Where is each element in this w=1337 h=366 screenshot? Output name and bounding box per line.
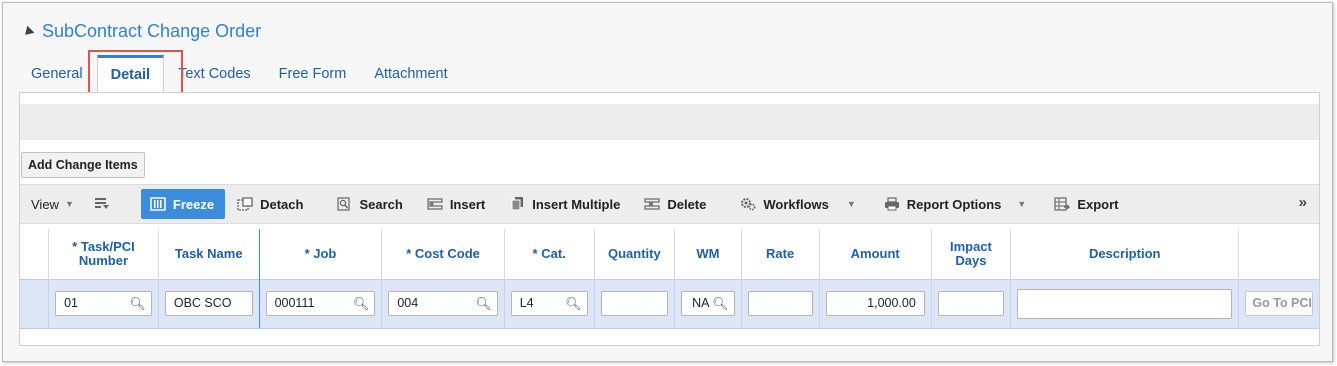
report-options-caret-icon: ▼ xyxy=(1017,199,1027,209)
delete-row-icon xyxy=(644,197,660,211)
export-label: Export xyxy=(1077,196,1119,212)
view-label: View xyxy=(31,196,59,212)
cell-description xyxy=(1010,278,1240,329)
col-amount[interactable]: Amount xyxy=(819,229,932,279)
tab-general[interactable]: General xyxy=(17,55,97,93)
cell-cat: L4 🔍︎ xyxy=(504,278,595,329)
tab-bar: General Detail Text Codes Free Form Atta… xyxy=(17,55,462,93)
col-cost-code[interactable]: * Cost Code xyxy=(381,229,505,279)
description-input[interactable] xyxy=(1017,288,1233,319)
lookup-search-icon[interactable]: 🔍︎ xyxy=(712,292,729,315)
workflows-gear-icon xyxy=(740,197,756,211)
col-task-pci-number[interactable]: * Task/PCI Number xyxy=(48,229,159,279)
search-label: Search xyxy=(359,196,403,212)
col-task-name[interactable]: Task Name xyxy=(158,229,260,279)
col-cat[interactable]: * Cat. xyxy=(504,229,595,279)
rate-input[interactable] xyxy=(747,291,813,316)
col-actions xyxy=(1238,229,1319,279)
col-description[interactable]: Description xyxy=(1010,229,1240,279)
row-selector[interactable] xyxy=(20,278,50,329)
cell-actions: Go To PCI xyxy=(1238,278,1319,329)
view-caret-icon: ▼ xyxy=(64,199,74,209)
wm-input[interactable]: NA 🔍︎ xyxy=(681,291,735,316)
workflows-label: Workflows xyxy=(763,196,829,212)
cell-rate xyxy=(741,278,820,329)
cell-job: 000111 🔍︎ xyxy=(259,278,383,329)
task-name-input[interactable]: OBC SCO xyxy=(164,291,253,316)
insert-multiple-button[interactable]: Insert Multiple xyxy=(509,189,620,219)
quantity-input[interactable] xyxy=(600,291,669,316)
cell-quantity xyxy=(594,278,676,329)
freeze-columns-icon xyxy=(150,197,166,211)
panel-header[interactable]: SubContract Change Order xyxy=(21,19,262,43)
cell-impact-days xyxy=(931,278,1012,329)
lookup-search-icon[interactable]: 🔍︎ xyxy=(353,292,370,315)
insert-button[interactable]: Insert xyxy=(426,189,486,219)
freeze-button[interactable]: Freeze xyxy=(140,189,226,219)
col-rate[interactable]: Rate xyxy=(741,229,820,279)
amount-input[interactable]: 1,000.00 xyxy=(825,291,925,316)
cell-task-pci: 01 🔍︎ xyxy=(48,278,159,329)
workflows-caret-icon: ▼ xyxy=(846,199,856,209)
view-menu[interactable]: View ▼ xyxy=(31,189,74,219)
insert-multiple-label: Insert Multiple xyxy=(532,196,621,212)
task-pci-input[interactable]: 01 🔍︎ xyxy=(55,291,152,316)
insert-label: Insert xyxy=(449,196,486,212)
freeze-label: Freeze xyxy=(172,196,215,212)
lookup-search-icon[interactable]: 🔍︎ xyxy=(565,292,582,315)
detail-content: Add Change Items View ▼ Freeze Detach Se… xyxy=(19,92,1320,346)
detach-icon xyxy=(237,197,253,211)
cell-wm: NA 🔍︎ xyxy=(674,278,742,329)
cell-amount: 1,000.00 xyxy=(819,278,932,329)
filter-button[interactable] xyxy=(94,189,117,219)
detach-button[interactable]: Detach xyxy=(237,189,303,219)
filter-strip xyxy=(20,104,1319,140)
lookup-search-icon[interactable]: 🔍︎ xyxy=(129,292,146,315)
report-options-menu[interactable]: Report Options ▼ xyxy=(884,189,1027,219)
filter-list-icon xyxy=(94,197,110,211)
job-input[interactable]: 000111 🔍︎ xyxy=(265,291,376,316)
insert-row-icon xyxy=(426,197,443,211)
insert-multiple-icon xyxy=(509,197,525,211)
tab-attachment[interactable]: Attachment xyxy=(360,55,461,93)
delete-label: Delete xyxy=(667,196,707,212)
search-button[interactable]: Search xyxy=(336,189,403,219)
col-impact-days[interactable]: Impact Days xyxy=(931,229,1012,279)
lookup-search-icon[interactable]: 🔍︎ xyxy=(475,292,492,315)
panel-title: SubContract Change Order xyxy=(42,20,262,41)
category-input[interactable]: L4 🔍︎ xyxy=(510,291,588,316)
delete-button[interactable]: Delete xyxy=(644,189,706,219)
cost-code-input[interactable]: 004 🔍︎ xyxy=(388,291,498,316)
detach-label: Detach xyxy=(260,196,304,212)
report-options-label: Report Options xyxy=(906,196,1002,212)
export-button[interactable]: Export xyxy=(1054,189,1119,219)
tab-text-codes[interactable]: Text Codes xyxy=(164,55,265,93)
search-icon xyxy=(336,197,352,211)
grid-header-row: * Task/PCI Number Task Name * Job * Cost … xyxy=(20,229,1319,279)
tab-detail[interactable]: Detail xyxy=(96,55,165,93)
add-change-items-button[interactable]: Add Change Items xyxy=(21,152,145,178)
cell-cost-code: 004 🔍︎ xyxy=(381,278,505,329)
col-quantity[interactable]: Quantity xyxy=(594,229,676,279)
export-table-icon xyxy=(1054,197,1071,211)
collapse-icon[interactable] xyxy=(21,25,35,39)
grid-toolbar: View ▼ Freeze Detach Search Insert Inser… xyxy=(20,184,1319,224)
workflows-menu[interactable]: Workflows ▼ xyxy=(740,189,856,219)
cell-task-name: OBC SCO xyxy=(158,278,260,329)
printer-icon xyxy=(884,197,900,211)
table-row: 01 🔍︎ OBC SCO 000111 🔍︎ 004 🔍︎ L4 🔍︎ NA … xyxy=(20,278,1319,329)
row-selector-header xyxy=(20,229,50,279)
go-to-pci-button[interactable]: Go To PCI xyxy=(1245,291,1313,316)
impact-days-input[interactable] xyxy=(937,291,1004,316)
col-wm[interactable]: WM xyxy=(674,229,742,279)
subcontract-change-order-panel: SubContract Change Order General Detail … xyxy=(2,2,1333,362)
col-job[interactable]: * Job xyxy=(259,229,383,279)
more-toolbar-icon[interactable]: » xyxy=(1299,194,1307,211)
change-items-grid: * Task/PCI Number Task Name * Job * Cost … xyxy=(20,229,1319,329)
tab-free-form[interactable]: Free Form xyxy=(265,55,361,93)
